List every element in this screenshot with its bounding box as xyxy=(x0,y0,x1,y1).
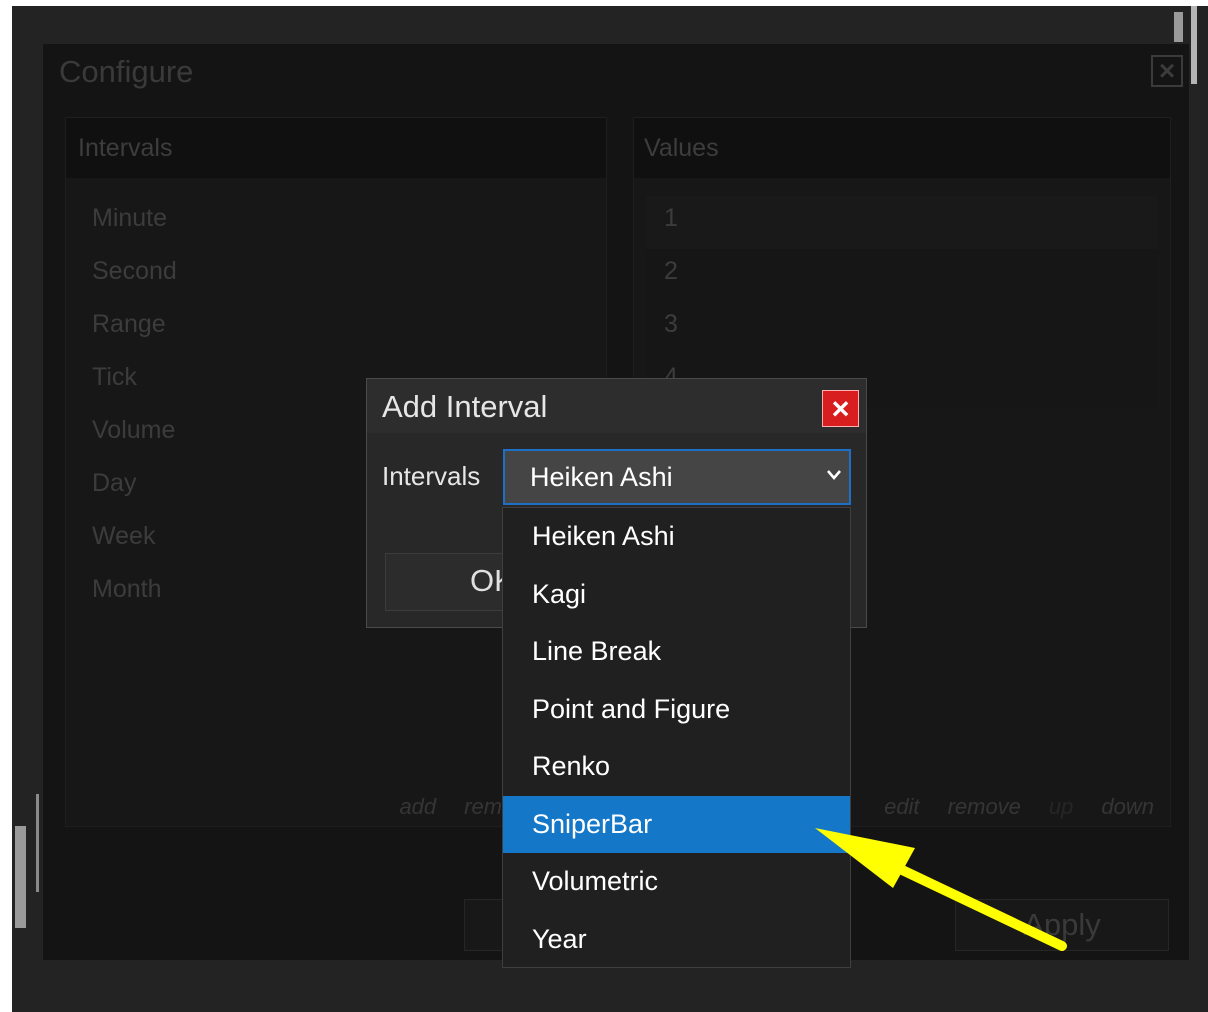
down-value-link[interactable]: down xyxy=(1101,794,1154,819)
value-item[interactable]: 3 xyxy=(646,302,1158,355)
interval-item-minute[interactable]: Minute xyxy=(78,196,594,249)
values-actions: edit remove up down xyxy=(856,794,1154,820)
scrollbar-thumb-top[interactable] xyxy=(1174,12,1183,42)
option-year[interactable]: Year xyxy=(503,911,850,969)
chevron-down-icon xyxy=(827,470,841,480)
configure-close-button[interactable]: × xyxy=(1151,55,1183,87)
configure-title: Configure xyxy=(59,54,194,89)
option-heiken-ashi[interactable]: Heiken Ashi xyxy=(503,508,850,566)
option-line-break[interactable]: Line Break xyxy=(503,623,850,681)
scrollbar-thumb-left[interactable] xyxy=(15,826,26,928)
add-interval-title: Add Interval xyxy=(382,389,548,424)
intervals-dropdown-list: Heiken Ashi Kagi Line Break Point and Fi… xyxy=(502,507,851,968)
add-interval-close-button[interactable]: × xyxy=(822,390,859,427)
scrollbar-thumb-right[interactable] xyxy=(1191,6,1197,84)
value-item[interactable]: 2 xyxy=(646,249,1158,302)
option-sniperbar[interactable]: SniperBar xyxy=(503,795,850,853)
values-list: 1 2 3 4 xyxy=(646,196,1158,408)
option-point-and-figure[interactable]: Point and Figure xyxy=(503,681,850,739)
scrollbar-track-left xyxy=(36,794,39,892)
option-kagi[interactable]: Kagi xyxy=(503,566,850,624)
intervals-select[interactable]: Heiken Ashi xyxy=(503,449,851,505)
interval-item-range[interactable]: Range xyxy=(78,302,594,355)
intervals-header: Intervals xyxy=(66,118,606,178)
intervals-select-value: Heiken Ashi xyxy=(530,462,673,492)
option-volumetric[interactable]: Volumetric xyxy=(503,853,850,911)
apply-button[interactable]: Apply xyxy=(955,899,1169,951)
add-link[interactable]: add xyxy=(399,794,436,819)
interval-item-second[interactable]: Second xyxy=(78,249,594,302)
edit-link[interactable]: edit xyxy=(884,794,919,819)
intervals-field-label: Intervals xyxy=(382,461,481,491)
value-item[interactable]: 1 xyxy=(646,196,1158,249)
remove-value-link[interactable]: remove xyxy=(948,794,1021,819)
up-value-link[interactable]: up xyxy=(1049,794,1073,819)
values-header: Values xyxy=(634,118,1170,178)
option-renko[interactable]: Renko xyxy=(503,738,850,796)
